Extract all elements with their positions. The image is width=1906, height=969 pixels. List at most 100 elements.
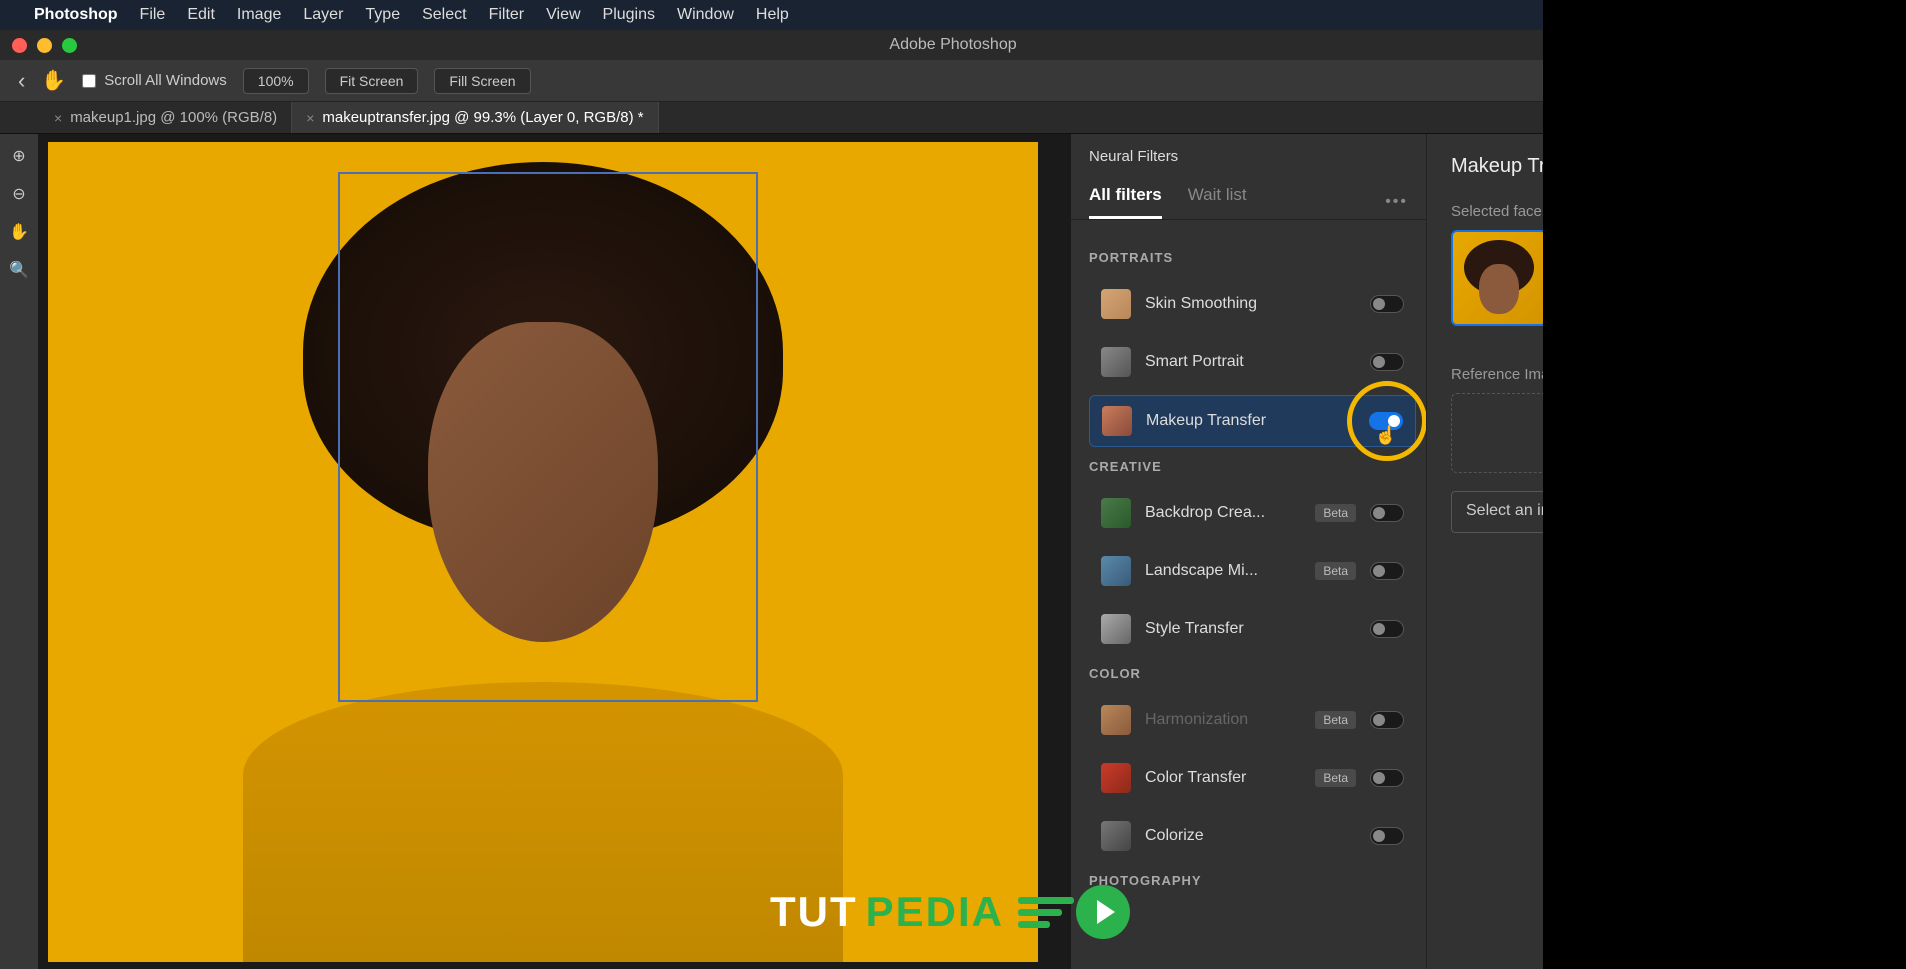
menu-layer[interactable]: Layer: [303, 6, 343, 24]
canvas-area[interactable]: [38, 134, 1071, 969]
selected-face-label: Selected face: [1451, 203, 1882, 220]
filter-thumbnail: [1101, 289, 1131, 319]
section-photography: PHOTOGRAPHY: [1089, 873, 1416, 888]
detail-title: Makeup Transfer: [1451, 155, 1601, 178]
beaker-icon[interactable]: ⚗: [1630, 70, 1646, 91]
hand-tool-icon[interactable]: ✋: [41, 68, 66, 93]
selected-face-thumbnail[interactable]: [1451, 230, 1547, 326]
filter-toggle[interactable]: [1369, 412, 1403, 430]
filter-style-transfer[interactable]: Style Transfer: [1089, 604, 1416, 654]
beta-badge: Beta: [1315, 769, 1356, 787]
filter-toggle[interactable]: [1370, 620, 1404, 638]
chevron-down-icon: ⌄: [1815, 502, 1828, 522]
menu-type[interactable]: Type: [365, 6, 400, 24]
filter-makeup-transfer[interactable]: Makeup Transfer ☝: [1089, 395, 1416, 447]
filter-toggle[interactable]: [1370, 769, 1404, 787]
zoom-tool-icon[interactable]: 🔍: [7, 258, 31, 282]
filter-toggle[interactable]: [1370, 827, 1404, 845]
filter-landscape-mixer[interactable]: Landscape Mi... Beta: [1089, 546, 1416, 596]
logo-tut-text: TUT: [770, 888, 858, 936]
section-portraits: PORTRAITS: [1089, 250, 1416, 265]
filter-thumbnail: [1101, 347, 1131, 377]
menu-filter[interactable]: Filter: [489, 6, 525, 24]
filter-toggle[interactable]: [1370, 711, 1404, 729]
menu-file[interactable]: File: [140, 6, 166, 24]
menu-edit[interactable]: Edit: [187, 6, 215, 24]
menu-window[interactable]: Window: [677, 6, 734, 24]
zoom-level[interactable]: 100%: [243, 68, 309, 94]
chevron-down-icon[interactable]: ▾: [1879, 70, 1888, 91]
window-controls: [0, 38, 77, 53]
scroll-all-checkbox-input[interactable]: [82, 74, 96, 88]
minimize-window-icon[interactable]: [37, 38, 52, 53]
app-name[interactable]: Photoshop: [34, 6, 118, 24]
filter-thumbnail: [1101, 705, 1131, 735]
panel-title: Neural Filters: [1071, 134, 1426, 175]
menu-image[interactable]: Image: [237, 6, 281, 24]
feedback-no-button[interactable]: ☹ No: [1694, 621, 1743, 641]
tab-label: makeuptransfer.jpg @ 99.3% (Layer 0, RGB…: [322, 109, 643, 126]
document-tabs: × makeup1.jpg @ 100% (RGB/8) × makeuptra…: [0, 102, 1906, 134]
no-label: No: [1722, 621, 1744, 641]
fit-screen-button[interactable]: Fit Screen: [325, 68, 419, 94]
tab-label: makeup1.jpg @ 100% (RGB/8): [70, 109, 277, 126]
menu-plugins[interactable]: Plugins: [603, 6, 655, 24]
filter-label: Smart Portrait: [1145, 353, 1356, 371]
filter-list[interactable]: PORTRAITS Skin Smoothing Smart Portrait …: [1071, 220, 1426, 969]
select-image-dropdown[interactable]: Select an image ⌄: [1451, 491, 1843, 533]
workspace-icon[interactable]: ▣: [1844, 70, 1861, 91]
filter-label: Backdrop Crea...: [1145, 504, 1301, 522]
filter-thumbnail: [1101, 556, 1131, 586]
filter-thumbnail: [1101, 614, 1131, 644]
back-button[interactable]: ‹: [18, 68, 25, 94]
options-bar: ‹ ✋ Scroll All Windows 100% Fit Screen F…: [0, 60, 1906, 102]
filter-toggle[interactable]: [1370, 504, 1404, 522]
fill-screen-button[interactable]: Fill Screen: [434, 68, 530, 94]
zoom-in-icon[interactable]: ⊕: [7, 144, 31, 168]
section-color: COLOR: [1089, 666, 1416, 681]
more-options-icon[interactable]: •••: [1385, 193, 1408, 211]
filter-toggle[interactable]: [1370, 353, 1404, 371]
scroll-all-windows-checkbox[interactable]: Scroll All Windows: [82, 72, 227, 89]
help-icon[interactable]: ?⃝: [1802, 70, 1826, 91]
beta-badge: Beta: [1315, 711, 1356, 729]
menu-view[interactable]: View: [546, 6, 580, 24]
logo-pedia-text: PEDIA: [866, 888, 1004, 936]
hand-tool-icon[interactable]: ✋: [7, 220, 31, 244]
tab-makeup1[interactable]: × makeup1.jpg @ 100% (RGB/8): [40, 102, 292, 133]
maximize-window-icon[interactable]: [62, 38, 77, 53]
filter-label: Harmonization: [1145, 711, 1301, 729]
yes-label: Yes: [1617, 621, 1645, 641]
filter-thumbnail: [1101, 498, 1131, 528]
close-tab-icon[interactable]: ×: [306, 110, 314, 126]
filter-backdrop-creation[interactable]: Backdrop Crea... Beta: [1089, 488, 1416, 538]
zoom-out-icon[interactable]: ⊖: [7, 182, 31, 206]
filter-harmonization[interactable]: Harmonization Beta: [1089, 695, 1416, 745]
menu-select[interactable]: Select: [422, 6, 466, 24]
smile-icon: ☺: [1589, 621, 1606, 641]
reset-icon[interactable]: ↶: [1865, 154, 1882, 179]
filter-skin-smoothing[interactable]: Skin Smoothing: [1089, 279, 1416, 329]
reference-image-dropzone[interactable]: 🖼 📄: [1451, 393, 1882, 473]
menu-help[interactable]: Help: [756, 6, 789, 24]
tab-wait-list[interactable]: Wait list: [1188, 185, 1247, 219]
folder-icon[interactable]: 📁: [1857, 500, 1882, 525]
filter-toggle[interactable]: [1370, 295, 1404, 313]
filter-colorize[interactable]: Colorize: [1089, 811, 1416, 861]
close-window-icon[interactable]: [12, 38, 27, 53]
window-title: Adobe Photoshop: [889, 36, 1016, 54]
filter-color-transfer[interactable]: Color Transfer Beta: [1089, 753, 1416, 803]
beta-badge: Beta: [1315, 562, 1356, 580]
tab-makeuptransfer[interactable]: × makeuptransfer.jpg @ 99.3% (Layer 0, R…: [292, 102, 658, 133]
feedback-yes-button[interactable]: ☺ Yes: [1589, 621, 1644, 641]
close-tab-icon[interactable]: ×: [54, 110, 62, 126]
document-canvas[interactable]: [48, 142, 1038, 962]
search-icon[interactable]: 🔍: [1762, 70, 1784, 91]
beta-badge: Beta: [1315, 504, 1356, 522]
tab-all-filters[interactable]: All filters: [1089, 185, 1162, 219]
filter-label: Makeup Transfer: [1146, 412, 1355, 430]
filter-toggle[interactable]: [1370, 562, 1404, 580]
share-button[interactable]: Share: [1664, 66, 1744, 95]
filter-smart-portrait[interactable]: Smart Portrait: [1089, 337, 1416, 387]
play-button-icon[interactable]: [1076, 885, 1130, 939]
